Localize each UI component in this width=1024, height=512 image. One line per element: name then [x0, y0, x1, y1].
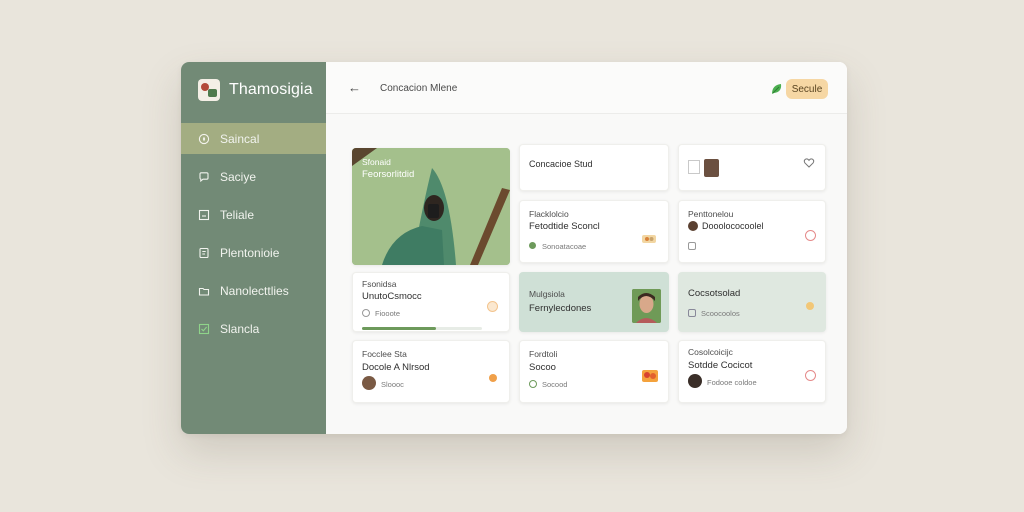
check-circle-icon [529, 380, 537, 388]
card-meta: Sloooc [381, 380, 404, 389]
secule-button[interactable]: Secule [786, 79, 828, 99]
avatar [362, 376, 376, 390]
avatar [704, 159, 719, 177]
clock-icon [362, 309, 370, 317]
card-meta: Socood [542, 380, 568, 389]
card-kicker: Penttonelou [688, 209, 734, 219]
compass-icon [198, 133, 210, 145]
fruit-icon [642, 369, 658, 382]
progress-bar [362, 327, 482, 330]
app-name: Thamosigia [229, 81, 313, 98]
check-square-icon [198, 323, 210, 335]
card-title: Dooolococoolel [702, 221, 764, 231]
sidebar-item-label: Slancla [220, 321, 260, 336]
image-icon [688, 309, 696, 317]
sidebar-item-label: Plentonioie [220, 245, 280, 260]
card-kicker: Fsonidsa [362, 279, 397, 289]
heart-icon[interactable] [803, 156, 815, 168]
back-arrow-icon[interactable]: ← [348, 81, 362, 95]
checkbox-icon [198, 209, 210, 221]
document-icon [198, 247, 210, 259]
file-icon [688, 160, 700, 174]
sidebar-item-saincal[interactable]: Saincal [181, 123, 326, 154]
hero-card[interactable]: Sfonaid Feorsorlitdid [352, 148, 510, 265]
card-meta: Fodooe coldoe [707, 378, 757, 387]
topbar: ← Concacion Mlene Secule [326, 62, 847, 114]
card-kicker: Fordtoli [529, 349, 558, 359]
brand[interactable]: Thamosigia [198, 79, 313, 101]
sidebar-item-plentonioie[interactable]: Plentonioie [181, 237, 326, 268]
status-dot [806, 302, 814, 310]
card-meta: Fiooote [375, 309, 401, 318]
card-kicker: Mulgsiola [529, 289, 565, 299]
card-mulgsiola[interactable]: Mulgsiola Fernylecdones [519, 272, 669, 332]
card-fordtoli[interactable]: Fordtoli Socoo Socood [519, 340, 669, 403]
card-title: Socoo [529, 362, 556, 373]
status-dot [489, 374, 497, 382]
progress-fill [362, 327, 437, 330]
card-fetodtide[interactable]: Flacklolcio Fetodtide Sconcl Sonoatacoae [519, 200, 669, 263]
sidebar-item-saciye[interactable]: Saciye [181, 161, 326, 192]
status-ring-icon [487, 301, 498, 312]
card-title: Sotdde Cocicot [688, 360, 753, 371]
card-title: Docole A Nlrsod [362, 362, 430, 373]
sidebar-item-teliale[interactable]: Teliale [181, 199, 326, 230]
food-icon [641, 231, 657, 243]
card-kicker: Flacklolcio [529, 209, 569, 219]
card-concacioe[interactable]: Concacioe Stud [519, 144, 669, 191]
card-title: Fetodtide Sconcl [529, 221, 600, 232]
card-kicker: Cosolcoicijc [688, 347, 733, 357]
sidebar-item-label: Teliale [220, 207, 255, 222]
avatar [688, 221, 698, 231]
card-title: Concacioe Stud [529, 159, 593, 169]
hero-kicker: Sfonaid [362, 157, 391, 167]
card-meta: Sonoatacoae [542, 242, 587, 251]
card-title: Cocsotsolad [688, 288, 741, 299]
app-window: Thamosigia Saincal Saciye Teliale Plento… [181, 62, 847, 434]
card-title: UnutoCsmocc [362, 291, 422, 302]
card-meta: Scoocoolos [701, 309, 740, 318]
status-ring-icon [805, 230, 816, 241]
sidebar-item-label: Nanolecttlies [220, 283, 289, 298]
status-ring-icon [805, 370, 816, 381]
leaf-icon [769, 81, 785, 97]
sidebar: Thamosigia Saincal Saciye Teliale Plento… [181, 62, 326, 434]
hero-title: Feorsorlitdid [362, 169, 415, 180]
sidebar-item-label: Saincal [220, 131, 260, 146]
card-focclee[interactable]: Focclee Sta Docole A Nlrsod Sloooc [352, 340, 510, 403]
card-cosolcoicijc[interactable]: Cosolcoicijc Sotdde Cocicot Fodooe coldo… [678, 340, 826, 403]
card-profile-top[interactable] [678, 144, 826, 191]
sidebar-item-nanolecttlies[interactable]: Nanolecttlies [181, 275, 326, 306]
card-title: Fernylecdones [529, 303, 592, 314]
avatar [688, 374, 702, 388]
brand-logo [198, 79, 220, 101]
sidebar-item-slancla[interactable]: Slancla [181, 313, 326, 344]
status-dot [529, 242, 536, 249]
chat-icon [198, 171, 210, 183]
folder-icon [198, 285, 210, 297]
breadcrumb: Concacion Mlene [380, 83, 458, 94]
person-photo [632, 289, 661, 323]
calendar-icon [688, 242, 696, 250]
main-content: ← Concacion Mlene Secule Sfonaid Feorsor… [326, 62, 847, 434]
card-cocsotsolad[interactable]: Cocsotsolad Scoocoolos [678, 272, 826, 332]
sidebar-item-label: Saciye [220, 169, 257, 184]
card-kicker: Focclee Sta [362, 349, 407, 359]
card-fsonidsa[interactable]: Fsonidsa UnutoCsmocc Fiooote [352, 272, 510, 332]
card-penttonelou[interactable]: Penttonelou Dooolococoolel [678, 200, 826, 263]
